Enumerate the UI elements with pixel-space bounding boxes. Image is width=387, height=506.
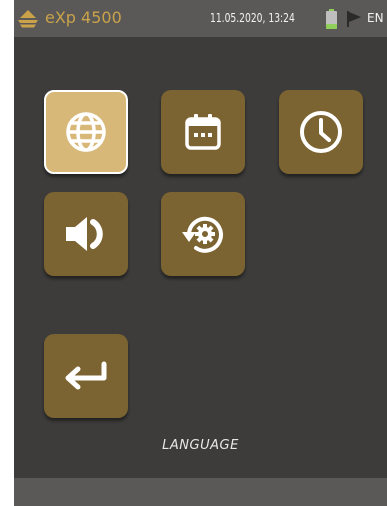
back-button[interactable]: [44, 334, 128, 418]
app-title: eXp 4500: [45, 8, 122, 27]
status-bar: eXp 4500 11.05.2020, 13:24 EN: [14, 0, 387, 37]
logo-icon: [18, 10, 38, 28]
volume-button[interactable]: [44, 192, 128, 276]
calendar-icon: [185, 114, 221, 150]
language-button[interactable]: [44, 90, 128, 174]
reset-settings-button[interactable]: [161, 192, 245, 276]
time-button[interactable]: [279, 90, 363, 174]
device-screen: eXp 4500 11.05.2020, 13:24 EN LANGUAGE: [14, 0, 387, 506]
globe-icon: [66, 112, 106, 152]
bottom-bar: [14, 478, 387, 506]
speaker-icon: [66, 217, 103, 251]
datetime: 11.05.2020, 13:24: [210, 11, 295, 25]
date-button[interactable]: [161, 90, 245, 174]
flag-icon: [347, 11, 361, 27]
settings-restore-icon: [182, 216, 223, 253]
battery-icon: [326, 9, 337, 29]
clock-icon: [300, 111, 342, 153]
selected-option-caption: LANGUAGE: [162, 438, 239, 453]
return-arrow-icon: [65, 361, 107, 390]
language-code: EN: [367, 11, 384, 25]
